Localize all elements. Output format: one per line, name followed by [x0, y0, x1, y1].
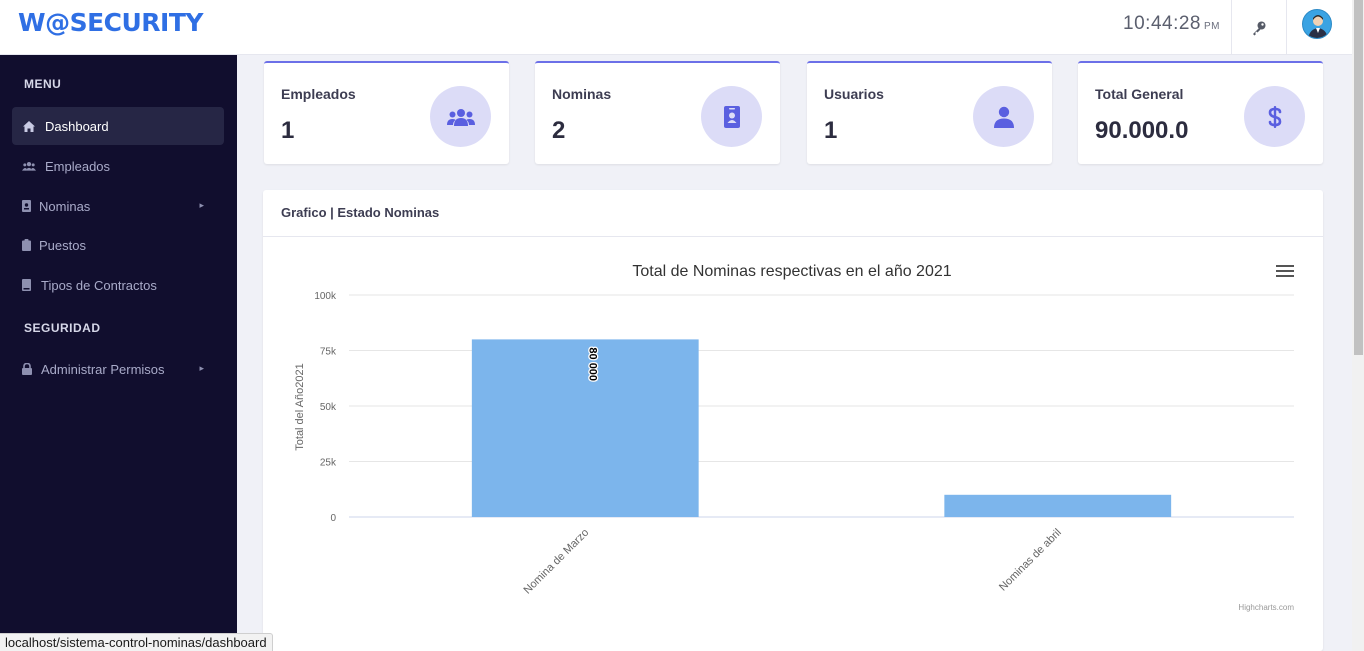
- card-value: 2: [552, 117, 566, 144]
- home-icon: [22, 119, 36, 133]
- browser-status-bar: localhost/sistema-control-nominas/dashbo…: [0, 633, 273, 651]
- page-scrollbar[interactable]: [1352, 0, 1364, 651]
- top-bar: W@SECURITY 10:44:28 PM: [0, 0, 1352, 55]
- divider: [1286, 0, 1287, 55]
- stat-card-empleados[interactable]: Empleados 1: [264, 61, 509, 164]
- chevron-right-icon: ▸: [199, 200, 204, 210]
- divider: [263, 236, 1323, 237]
- chart-y-tick-label: 100k: [314, 291, 337, 302]
- clipboard-icon: [22, 238, 31, 252]
- dollar-icon: [1244, 86, 1305, 147]
- id-badge-icon: [22, 199, 31, 213]
- brand-logo[interactable]: W@SECURITY: [18, 8, 204, 37]
- menu-line: [1276, 270, 1294, 272]
- sidebar-item-puestos[interactable]: Puestos: [12, 226, 224, 264]
- chart-menu-button[interactable]: [1276, 265, 1294, 281]
- chart-x-tick-label: Nomina de Marzo: [521, 527, 591, 597]
- clock-time: 10:44:28: [1123, 13, 1201, 34]
- users-icon: [22, 159, 36, 173]
- card-value: 1: [824, 117, 838, 144]
- avatar-icon: [1308, 15, 1328, 38]
- sidebar-item-label: Puestos: [39, 237, 86, 253]
- sidebar-item-empleados[interactable]: Empleados: [12, 147, 224, 185]
- scrollbar-thumb[interactable]: [1354, 0, 1363, 355]
- sidebar-item-label: Administrar Permisos: [41, 361, 165, 377]
- sidebar-item-label: Tipos de Contractos: [41, 277, 157, 293]
- key-button[interactable]: [1232, 0, 1286, 55]
- card-label: Total General: [1095, 86, 1184, 102]
- card-label: Nominas: [552, 86, 612, 102]
- chart-data-label: 80 000: [586, 347, 598, 381]
- chart-title: Total de Nominas respectivas en el año 2…: [632, 263, 951, 280]
- card-value: 1: [281, 117, 295, 144]
- card-label: Usuarios: [824, 86, 884, 102]
- key-icon: [1253, 21, 1266, 35]
- sidebar-item-nominas[interactable]: Nominas ▸: [12, 187, 224, 225]
- chevron-right-icon: ▸: [199, 363, 204, 373]
- chart-y-axis-title: Total del Año2021: [294, 363, 306, 450]
- sidebar-item-label: Nominas: [39, 198, 91, 214]
- stat-card-total-general[interactable]: Total General 90.000.0: [1078, 61, 1323, 164]
- chart-y-tick-label: 25k: [320, 458, 337, 469]
- stat-card-nominas[interactable]: Nominas 2: [535, 61, 780, 164]
- sidebar-item-tipos-de-contractos[interactable]: Tipos de Contractos: [12, 266, 224, 304]
- clock: 10:44:28 PM: [1123, 13, 1220, 35]
- chart-y-tick-label: 50k: [320, 402, 337, 413]
- chart-bar[interactable]: [471, 339, 699, 517]
- menu-line: [1276, 265, 1294, 267]
- sidebar-item-dashboard[interactable]: Dashboard: [12, 107, 224, 145]
- chart-credits: Highcharts.com: [1238, 603, 1294, 612]
- card-value: 90.000.0: [1095, 117, 1189, 144]
- chart: Total de Nominas respectivas en el año 2…: [294, 263, 1294, 612]
- sidebar-item-administrar-permisos[interactable]: Administrar Permisos ▸: [12, 350, 224, 388]
- sidebar: MENU Dashboard Empleados Nominas ▸ Puest…: [0, 55, 237, 651]
- menu-header: MENU: [24, 77, 62, 91]
- sidebar-item-label: Dashboard: [45, 118, 109, 134]
- chart-x-tick-label: Nominas de abril: [997, 527, 1064, 594]
- chart-y-tick-label: 75k: [320, 347, 337, 358]
- user-icon: [973, 86, 1034, 147]
- sidebar-item-label: Empleados: [45, 158, 111, 174]
- book-icon: [22, 278, 31, 292]
- menu-line: [1276, 275, 1294, 277]
- chart-panel: Grafico | Estado Nominas Total de Nomina…: [263, 190, 1323, 651]
- id-badge-icon: [701, 86, 762, 147]
- panel-title: Grafico | Estado Nominas: [281, 205, 440, 220]
- security-header: SEGURIDAD: [24, 321, 101, 335]
- chart-y-tick-label: 0: [330, 513, 336, 524]
- lock-icon: [22, 362, 32, 376]
- card-label: Empleados: [281, 86, 356, 102]
- chart-bar[interactable]: [944, 494, 1172, 517]
- clock-ampm: PM: [1204, 21, 1220, 32]
- stat-card-usuarios[interactable]: Usuarios 1: [807, 61, 1052, 164]
- user-avatar[interactable]: [1302, 9, 1332, 39]
- users-icon: [430, 86, 491, 147]
